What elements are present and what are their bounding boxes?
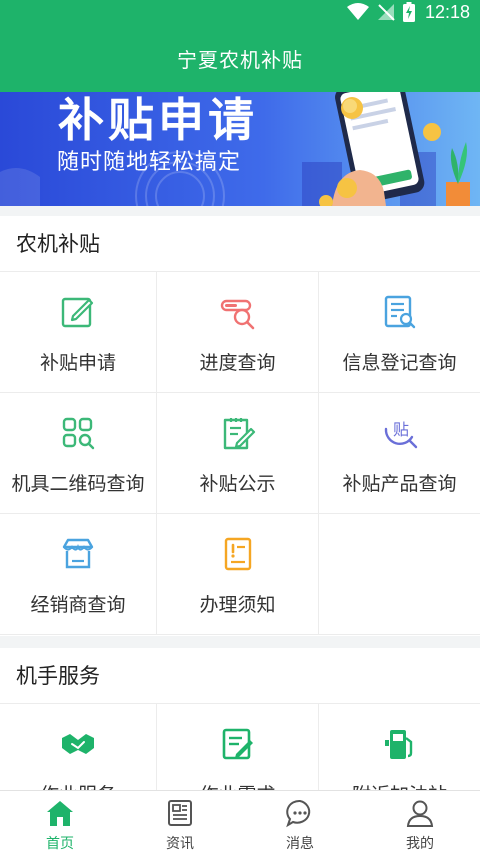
item-label: 办理须知 bbox=[199, 594, 276, 616]
subsidy-product-icon: 贴 bbox=[384, 420, 417, 449]
info-register-query-item[interactable]: 信息登记查询 bbox=[319, 272, 480, 393]
status-bar: 12:18 bbox=[0, 0, 480, 24]
item-label: 补贴产品查询 bbox=[342, 473, 457, 495]
tab-label: 我的 bbox=[406, 836, 434, 852]
status-time: 12:18 bbox=[424, 1, 470, 22]
handling-notice-item[interactable]: 办理须知 bbox=[157, 514, 319, 635]
section-title: 农机补贴 bbox=[0, 216, 480, 272]
tab-home[interactable]: 首页 bbox=[0, 791, 120, 860]
wifi-icon bbox=[346, 3, 369, 20]
notice-edit-icon bbox=[223, 418, 255, 450]
notice-icon bbox=[224, 537, 251, 571]
edit-icon bbox=[61, 297, 94, 328]
tab-messages[interactable]: 消息 bbox=[240, 791, 360, 860]
tab-label: 消息 bbox=[286, 836, 314, 852]
work-service-item[interactable]: 作业服务 bbox=[0, 704, 157, 790]
banner-title: 补贴申请 bbox=[58, 93, 258, 147]
battery-charging-icon bbox=[402, 2, 415, 22]
fuel-station-icon bbox=[384, 730, 412, 759]
progress-search-icon bbox=[220, 299, 254, 330]
item-label: 经销商查询 bbox=[30, 594, 126, 616]
work-demand-item[interactable]: 作业需求 bbox=[157, 704, 319, 790]
qrcode-search-icon bbox=[62, 417, 95, 450]
empty-cell bbox=[319, 514, 480, 635]
tab-me[interactable]: 我的 bbox=[360, 791, 480, 860]
app-bar: 宁夏农机补贴 bbox=[0, 24, 480, 92]
record-search-icon bbox=[384, 295, 415, 329]
section-title: 机手服务 bbox=[0, 648, 480, 704]
bottom-tab-bar: 首页 资讯 消息 我的 bbox=[0, 790, 480, 860]
operator-service-grid: 作业服务 作业需求 附近加油站 bbox=[0, 704, 480, 790]
item-label: 机具二维码查询 bbox=[11, 473, 145, 495]
nearby-fuel-station-item[interactable]: 附近加油站 bbox=[319, 704, 480, 790]
news-icon bbox=[168, 800, 192, 826]
item-label: 作业服务 bbox=[0, 780, 156, 790]
item-label: 补贴公示 bbox=[199, 473, 276, 495]
no-signal-icon bbox=[377, 4, 395, 21]
page-title: 宁夏农机补贴 bbox=[177, 47, 303, 72]
item-label: 作业需求 bbox=[157, 780, 318, 790]
home-icon bbox=[47, 801, 73, 826]
promo-banner[interactable]: 补贴申请 随时随地轻松搞定 bbox=[0, 92, 480, 206]
tab-label: 资讯 bbox=[166, 836, 194, 852]
subsidy-grid: 补贴申请 进度查询 信息登记查询 机具二维码查询 补贴公示 贴 补贴产品查询 经… bbox=[0, 272, 480, 635]
progress-query-item[interactable]: 进度查询 bbox=[157, 272, 319, 393]
store-icon bbox=[62, 538, 94, 569]
item-label: 信息登记查询 bbox=[342, 352, 457, 374]
subsidy-section: 农机补贴 补贴申请 进度查询 信息登记查询 机具二维码查询 补贴公示 贴 补贴产… bbox=[0, 216, 480, 636]
user-icon bbox=[406, 800, 434, 827]
tab-label: 首页 bbox=[46, 836, 74, 852]
banner-subtitle: 随时随地轻松搞定 bbox=[57, 150, 242, 175]
message-icon bbox=[286, 799, 311, 828]
subsidy-apply-item[interactable]: 补贴申请 bbox=[0, 272, 157, 393]
svg-text:贴: 贴 bbox=[392, 420, 408, 439]
status-icons: 12:18 bbox=[346, 1, 470, 22]
subsidy-publicity-item[interactable]: 补贴公示 bbox=[157, 393, 319, 514]
dealer-query-item[interactable]: 经销商查询 bbox=[0, 514, 157, 635]
subsidy-product-query-item[interactable]: 贴 补贴产品查询 bbox=[319, 393, 480, 514]
item-label: 补贴申请 bbox=[39, 352, 116, 374]
item-label: 附近加油站 bbox=[319, 780, 480, 790]
operator-service-section: 机手服务 作业服务 作业需求 附近加油站 bbox=[0, 648, 480, 790]
item-label: 进度查询 bbox=[199, 352, 276, 374]
qrcode-query-item[interactable]: 机具二维码查询 bbox=[0, 393, 157, 514]
handshake-icon bbox=[62, 734, 94, 754]
demand-edit-icon bbox=[222, 728, 253, 760]
tab-news[interactable]: 资讯 bbox=[120, 791, 240, 860]
